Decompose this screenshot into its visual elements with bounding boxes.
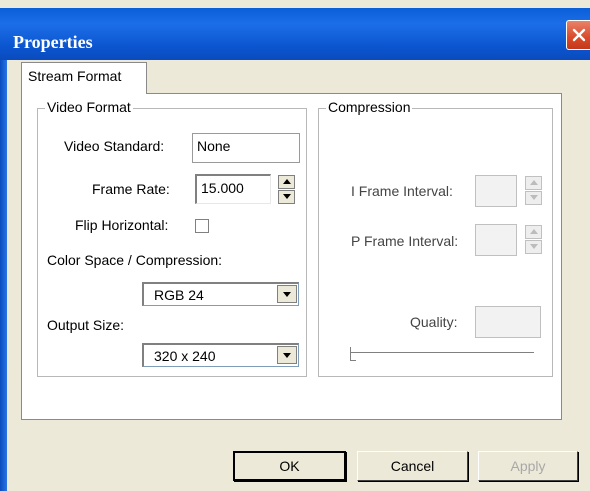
output-size-value: 320 x 240: [154, 348, 216, 364]
arrow-up-icon: [530, 180, 538, 185]
frame-rate-down-button[interactable]: [278, 190, 295, 204]
quality-label: Quality:: [410, 314, 458, 330]
p-frame-interval-down-button[interactable]: [525, 240, 542, 254]
video-standard-label: Video Standard:: [64, 138, 165, 154]
i-frame-interval-up-button[interactable]: [525, 176, 542, 190]
frame-rate-label: Frame Rate:: [92, 181, 170, 197]
arrow-up-icon: [283, 179, 291, 184]
window-frame-left: [0, 60, 7, 491]
properties-dialog: Properties Stream Format Video Format Vi…: [0, 0, 590, 491]
flip-horizontal-checkbox[interactable]: [195, 219, 209, 233]
video-standard-value: None: [197, 138, 231, 154]
cancel-button[interactable]: Cancel: [357, 451, 468, 481]
video-format-title: Video Format: [45, 99, 133, 115]
quality-input[interactable]: [475, 306, 541, 338]
frame-rate-value: 15.000: [201, 180, 244, 196]
arrow-down-icon: [530, 195, 538, 200]
ok-button[interactable]: OK: [233, 451, 346, 481]
tab-label: Stream Format: [28, 68, 122, 84]
output-size-select[interactable]: 320 x 240: [142, 343, 299, 367]
p-frame-interval-label: P Frame Interval:: [351, 233, 459, 249]
color-space-dropdown-button[interactable]: [277, 285, 297, 303]
close-button[interactable]: [566, 20, 590, 50]
output-size-label: Output Size:: [47, 317, 125, 333]
frame-rate-up-button[interactable]: [278, 175, 295, 189]
apply-button[interactable]: Apply: [478, 451, 578, 481]
i-frame-interval-input[interactable]: [475, 175, 517, 207]
frame-rate-input[interactable]: 15.000: [195, 174, 271, 204]
color-space-label: Color Space / Compression:: [47, 252, 223, 268]
close-icon: [572, 28, 586, 42]
p-frame-interval-input[interactable]: [475, 224, 517, 256]
arrow-up-icon: [530, 229, 538, 234]
title-bar[interactable]: Properties: [0, 8, 590, 60]
window-title: Properties: [13, 32, 93, 52]
color-space-value: RGB 24: [154, 287, 204, 303]
video-standard-field: None: [192, 133, 300, 163]
i-frame-interval-label: I Frame Interval:: [351, 183, 453, 199]
flip-horizontal-label: Flip Horizontal:: [75, 217, 169, 233]
chevron-down-icon: [283, 292, 291, 297]
quality-slider-track[interactable]: [351, 352, 534, 355]
p-frame-interval-up-button[interactable]: [525, 225, 542, 239]
quality-slider-thumb[interactable]: [350, 347, 356, 361]
color-space-select[interactable]: RGB 24: [142, 282, 299, 306]
i-frame-interval-down-button[interactable]: [525, 191, 542, 205]
chevron-down-icon: [283, 353, 291, 358]
tab-stream-format[interactable]: Stream Format: [21, 62, 147, 94]
output-size-dropdown-button[interactable]: [277, 346, 297, 364]
compression-title: Compression: [326, 99, 413, 115]
arrow-down-icon: [530, 244, 538, 249]
arrow-down-icon: [283, 194, 291, 199]
